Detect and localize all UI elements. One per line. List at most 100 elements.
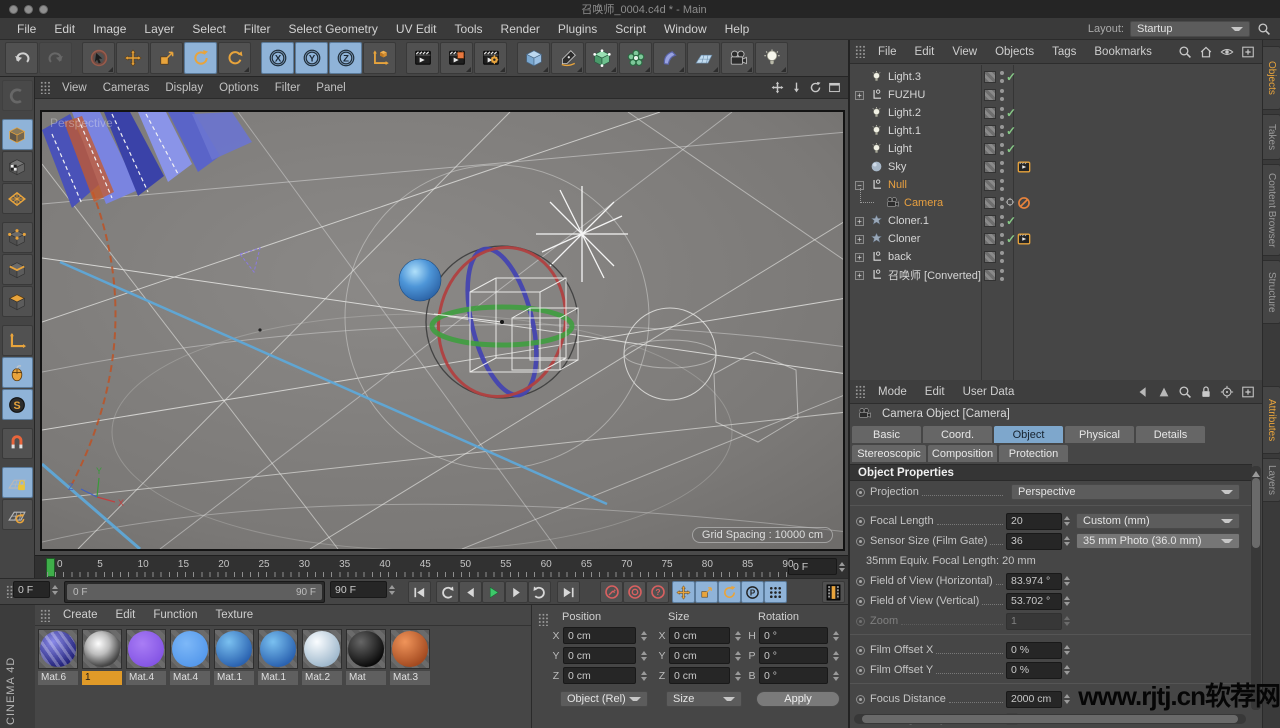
material-1-1[interactable]: 1 — [82, 629, 122, 685]
keyframe-help-button[interactable]: ? — [646, 581, 669, 603]
attribute-menu-mode[interactable]: Mode — [869, 383, 916, 401]
enabled-check-icon[interactable]: ✓ — [1006, 232, 1016, 246]
menubar-item-select-geometry[interactable]: Select Geometry — [279, 19, 386, 39]
visibility-dots[interactable] — [1000, 161, 1004, 173]
tab-composition[interactable]: Composition — [928, 445, 997, 462]
spinner-icon[interactable] — [387, 581, 396, 598]
pan-view-button[interactable] — [769, 80, 785, 96]
render-picture-viewer-button[interactable] — [440, 42, 473, 74]
object-row-light-3[interactable]: Light.3✓ — [850, 68, 1264, 86]
coord-input-position-z[interactable]: 0 cm — [563, 667, 636, 684]
menubar-item-select[interactable]: Select — [183, 19, 234, 39]
end-frame-field[interactable]: 90 F — [330, 581, 387, 598]
back-button[interactable] — [1134, 383, 1151, 400]
material-mat-4-2[interactable]: Mat.4 — [126, 629, 166, 685]
render-visibility-dot[interactable] — [1000, 151, 1004, 155]
keyframe-bullet-icon[interactable] — [856, 537, 865, 546]
zoom-field[interactable]: 1 — [1006, 613, 1062, 630]
transport-current-frame-field[interactable]: 0 F — [13, 581, 50, 598]
zoom-window-button[interactable] — [39, 5, 48, 14]
editor-visibility-dot[interactable] — [1000, 161, 1004, 165]
spinner-icon[interactable] — [1062, 593, 1071, 610]
viewport-canvas[interactable]: X Y Z Perspective Grid Spacing : 10000 c… — [40, 110, 845, 551]
expand-icon[interactable]: + — [855, 217, 864, 226]
editor-visibility-dot[interactable] — [1000, 215, 1004, 219]
render-visibility-dot[interactable] — [1000, 115, 1004, 119]
eye-button[interactable] — [1218, 43, 1235, 60]
coord-input-position-y[interactable]: 0 cm — [563, 647, 636, 664]
size-dropdown[interactable]: Size — [666, 691, 742, 707]
menubar-item-help[interactable]: Help — [716, 19, 759, 39]
spinner-icon[interactable] — [50, 581, 59, 598]
render-visibility-dot[interactable] — [1000, 133, 1004, 137]
add-panel-button[interactable] — [1239, 43, 1256, 60]
layer-color-box[interactable] — [984, 125, 996, 137]
expand-icon[interactable]: + — [855, 235, 864, 244]
spinner-icon[interactable] — [733, 647, 742, 664]
material-thumbnail[interactable] — [214, 629, 254, 669]
lock-z-button[interactable]: Z — [329, 42, 362, 74]
render-visibility-dot[interactable] — [1000, 241, 1004, 245]
keyframe-bullet-icon[interactable] — [856, 695, 865, 704]
attribute-menu-edit[interactable]: Edit — [916, 383, 954, 401]
orbit-view-button[interactable] — [807, 80, 823, 96]
texture-mode-button[interactable] — [2, 151, 33, 182]
render-visibility-dot[interactable] — [1000, 97, 1004, 101]
add-mograph-button[interactable] — [619, 42, 652, 74]
material-mat-6-0[interactable]: Mat.6 — [38, 629, 78, 685]
tab-object[interactable]: Object — [994, 426, 1063, 443]
viewport-menu-display[interactable]: Display — [157, 79, 211, 97]
tab-protection[interactable]: Protection — [999, 445, 1068, 462]
coord-system-button[interactable] — [363, 42, 396, 74]
panel-grip-icon[interactable] — [855, 45, 866, 58]
side-tab-attributes[interactable]: Attributes — [1263, 386, 1280, 454]
editor-visibility-dot[interactable] — [1000, 269, 1004, 273]
record-point-level-toggle[interactable] — [764, 581, 787, 603]
object-manager-menu-edit[interactable]: Edit — [906, 43, 944, 61]
keyframe-bullet-icon[interactable] — [856, 617, 865, 626]
goto-end-button[interactable] — [557, 581, 580, 603]
attribute-menu-user-data[interactable]: User Data — [954, 383, 1024, 401]
render-visibility-dot[interactable] — [1000, 277, 1004, 281]
add-deformer-button[interactable] — [653, 42, 686, 74]
workplane-rotate-button[interactable] — [2, 499, 33, 530]
tab-physical[interactable]: Physical — [1065, 426, 1134, 443]
live-selection-button[interactable] — [82, 42, 115, 74]
model-mode-button[interactable] — [2, 119, 33, 150]
object-row-light-1[interactable]: Light.1✓ — [850, 122, 1264, 140]
render-visibility-dot[interactable] — [1000, 223, 1004, 227]
expand-icon[interactable]: + — [855, 271, 864, 280]
coord-input-size-y[interactable]: 0 cm — [669, 647, 730, 664]
material-thumbnail[interactable] — [170, 629, 210, 669]
viewport-menu-cameras[interactable]: Cameras — [95, 79, 158, 97]
projection-dropdown[interactable]: Perspective — [1011, 484, 1240, 500]
compositing-tag-icon[interactable] — [1017, 232, 1031, 246]
scale-button[interactable] — [150, 42, 183, 74]
render-visibility-dot[interactable] — [1000, 79, 1004, 83]
material-mat-1-4[interactable]: Mat.1 — [214, 629, 254, 685]
menubar-item-uv-edit[interactable]: UV Edit — [387, 19, 446, 39]
rotate-button[interactable] — [184, 42, 217, 74]
add-panel-button[interactable] — [1239, 383, 1256, 400]
object-manager-menu-view[interactable]: View — [943, 43, 986, 61]
menubar-item-filter[interactable]: Filter — [235, 19, 280, 39]
focal-length-field[interactable]: 20 — [1006, 513, 1062, 530]
workplane-lock-button[interactable] — [2, 467, 33, 498]
play-cycle-button[interactable] — [528, 581, 551, 603]
spinner-icon[interactable] — [831, 627, 840, 644]
panel-grip-icon[interactable] — [538, 613, 549, 626]
material-mat-2-6[interactable]: Mat.2 — [302, 629, 342, 685]
spinner-icon[interactable] — [1062, 662, 1071, 679]
editor-visibility-dot[interactable] — [1000, 251, 1004, 255]
compositing-tag-icon[interactable] — [1017, 160, 1031, 174]
editor-visibility-dot[interactable] — [1000, 143, 1004, 147]
object-row-back[interactable]: +back — [850, 248, 1264, 266]
spinner-icon[interactable] — [831, 667, 840, 684]
editor-visibility-dot[interactable] — [1000, 179, 1004, 183]
menubar-item-render[interactable]: Render — [492, 19, 549, 39]
last-tool-button[interactable] — [218, 42, 251, 74]
layer-color-box[interactable] — [984, 215, 996, 227]
enabled-check-icon[interactable]: ✓ — [1006, 142, 1016, 156]
viewport-menu-options[interactable]: Options — [211, 79, 267, 97]
editor-visibility-dot[interactable] — [1000, 125, 1004, 129]
